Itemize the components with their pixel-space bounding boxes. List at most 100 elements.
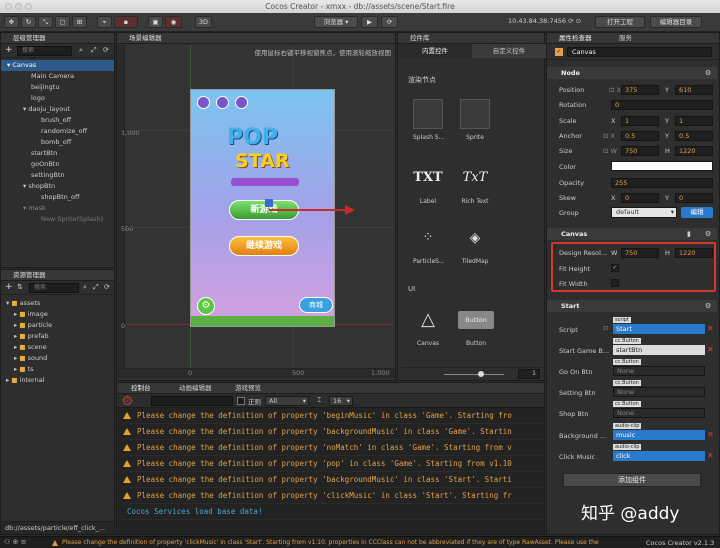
sprite-widget[interactable]: Sprite [460,99,490,141]
canvas-section-header[interactable]: Canvas [547,228,717,240]
rect-tool-icon[interactable]: ▢ [55,16,70,28]
hierarchy-tab[interactable]: 层级管理器 [1,33,114,44]
sort-icon[interactable]: ⇅ [17,283,23,291]
tree-node[interactable]: goOnBtn [1,159,114,170]
edit-group-button[interactable]: 编辑 [681,207,713,218]
tree-node[interactable]: ▾ shopBtn [1,181,114,192]
inspector-tab[interactable]: 属性检查器 [559,33,592,44]
click-music-field[interactable]: click [613,451,705,461]
assets-search-input[interactable]: 搜索 [29,283,79,293]
particle-system-widget[interactable]: ⁘ ParticleS... [413,223,445,265]
game-canvas-preview[interactable]: POP STAR 新游戏 继续游戏 ⚙ 商城 [190,89,335,327]
add-component-button[interactable]: 添加组件 [563,473,701,487]
log-entry[interactable]: Please change the definition of property… [117,424,544,440]
layout-icon[interactable]: ▣ [148,16,163,28]
add-asset-icon[interactable]: + [5,282,13,292]
game-preview-tab[interactable]: 游戏预览 [235,383,261,394]
splash-sprite-widget[interactable]: Splash S... [413,99,444,141]
asset-folder[interactable]: ▸ ■ internal [1,375,114,386]
tree-node[interactable]: ▾ mask [1,203,114,214]
pivot-icon[interactable]: ⌖ [97,16,112,28]
size-width-field[interactable]: 750 [621,146,659,156]
minimize-window-icon[interactable] [15,3,22,10]
asset-folder[interactable]: ▸ ■ ts [1,364,114,375]
shop-btn-field[interactable]: None [613,408,705,418]
add-node-icon[interactable]: + [5,45,13,55]
position-y-field[interactable]: 610 [675,85,713,95]
tree-node[interactable]: shopBtn_off [1,192,114,203]
toggle-3d-button[interactable]: 3D [195,16,212,28]
tree-node[interactable]: randomize_off [1,126,114,137]
gear-icon[interactable]: ⚙ [705,230,711,238]
maximize-window-icon[interactable] [25,3,32,10]
rotation-field[interactable]: 0 [611,100,713,110]
go-on-btn-field[interactable]: None [613,366,705,376]
tree-node[interactable]: startBtn [1,148,114,159]
transform-tool-icon[interactable]: ⊞ [72,16,87,28]
position-x-field[interactable]: 375 [621,85,659,95]
color-swatch[interactable] [611,161,713,171]
zoom-value[interactable]: 1 [518,369,540,379]
console-tab[interactable]: 控制台 [131,383,151,394]
anchor-y-field[interactable]: 0.5 [675,131,713,141]
scene-tab[interactable]: 场景编辑器 [117,33,395,44]
asset-folder[interactable]: ▸ ■ scene [1,342,114,353]
search-icon[interactable]: ⌕ [83,283,87,292]
start-section-header[interactable]: Start [547,300,717,312]
tree-node[interactable]: Main Camera [1,71,114,82]
tree-node-canvas[interactable]: ▾ Canvas [1,60,114,71]
node-section-header[interactable]: Node [547,67,717,79]
group-select[interactable]: default ▾ [611,207,677,218]
book-icon[interactable]: ▮ [687,230,691,238]
lock-icon[interactable]: ⊡ X [603,132,615,140]
fit-width-checkbox[interactable] [611,279,619,287]
gizmo-handle[interactable] [265,199,273,207]
node-active-checkbox[interactable]: ✓ [555,48,563,56]
background-music-field[interactable]: music [613,430,705,440]
remove-icon[interactable]: ✕ [707,451,715,461]
skew-x-field[interactable]: 0 [621,193,659,203]
design-width-field[interactable]: 750 [621,248,659,258]
service-tab[interactable]: 服务 [619,33,632,44]
log-entry[interactable]: Please change the definition of property… [117,488,544,504]
refresh-icon[interactable]: ⟳ [104,283,110,291]
start-game-btn-field[interactable]: startBtn [613,345,705,355]
asset-folder[interactable]: ▸ ■ sound [1,353,114,364]
local-global-icon[interactable]: ▪ [114,16,138,28]
clear-console-icon[interactable]: ⊘ [123,396,132,405]
label-widget[interactable]: TXT Label [413,163,443,205]
asset-folder[interactable]: ▸ ■ image [1,309,114,320]
open-project-button[interactable]: 打开工程 [595,16,645,28]
rich-text-widget[interactable]: TxT Rich Text [456,163,494,205]
tree-node[interactable]: New Sprite(Splash) [1,214,114,225]
setting-btn-field[interactable]: None [613,387,705,397]
tree-node[interactable]: ▾ daoju_layout [1,104,114,115]
tiledmap-widget[interactable]: ◈ TiledMap [460,223,490,265]
gizmo-x-axis[interactable] [269,209,347,211]
zoom-slider[interactable] [444,374,504,375]
log-entry[interactable]: Please change the definition of property… [117,456,544,472]
tree-node[interactable]: bomb_off [1,137,114,148]
rotate-tool-icon[interactable]: ↻ [21,16,36,28]
font-size-select[interactable]: 16 ▾ [329,396,353,406]
asset-folder[interactable]: ▸ ■ prefab [1,331,114,342]
gear-icon[interactable]: ⚙ [705,302,711,310]
assets-tab[interactable]: 资源管理器 [1,270,114,281]
open-editor-dir-button[interactable]: 编辑器目录 [650,16,702,28]
continue-game-button[interactable]: 继续游戏 [229,236,299,256]
hierarchy-search-input[interactable]: 搜索 [17,46,72,56]
skew-y-field[interactable]: 0 [675,193,713,203]
asset-folder[interactable]: ▾ ■ assets [1,298,114,309]
script-field[interactable]: Start [613,324,705,334]
refresh-icon[interactable]: ⟳ [103,46,109,54]
remove-icon[interactable]: ✕ [707,345,715,355]
anchor-x-field[interactable]: 0.5 [621,131,659,141]
arrow-right-icon[interactable] [345,205,355,215]
remove-icon[interactable]: ✕ [707,324,715,334]
scale-y-field[interactable]: 1 [675,116,713,126]
refresh-button[interactable]: ⟳ [381,16,398,28]
opacity-field[interactable]: 255 [611,178,713,188]
builtin-controls-tab[interactable]: 内置控件 [398,44,472,58]
button-widget[interactable]: Button Button [458,305,494,347]
search-icon[interactable]: ⌕ [79,46,83,55]
